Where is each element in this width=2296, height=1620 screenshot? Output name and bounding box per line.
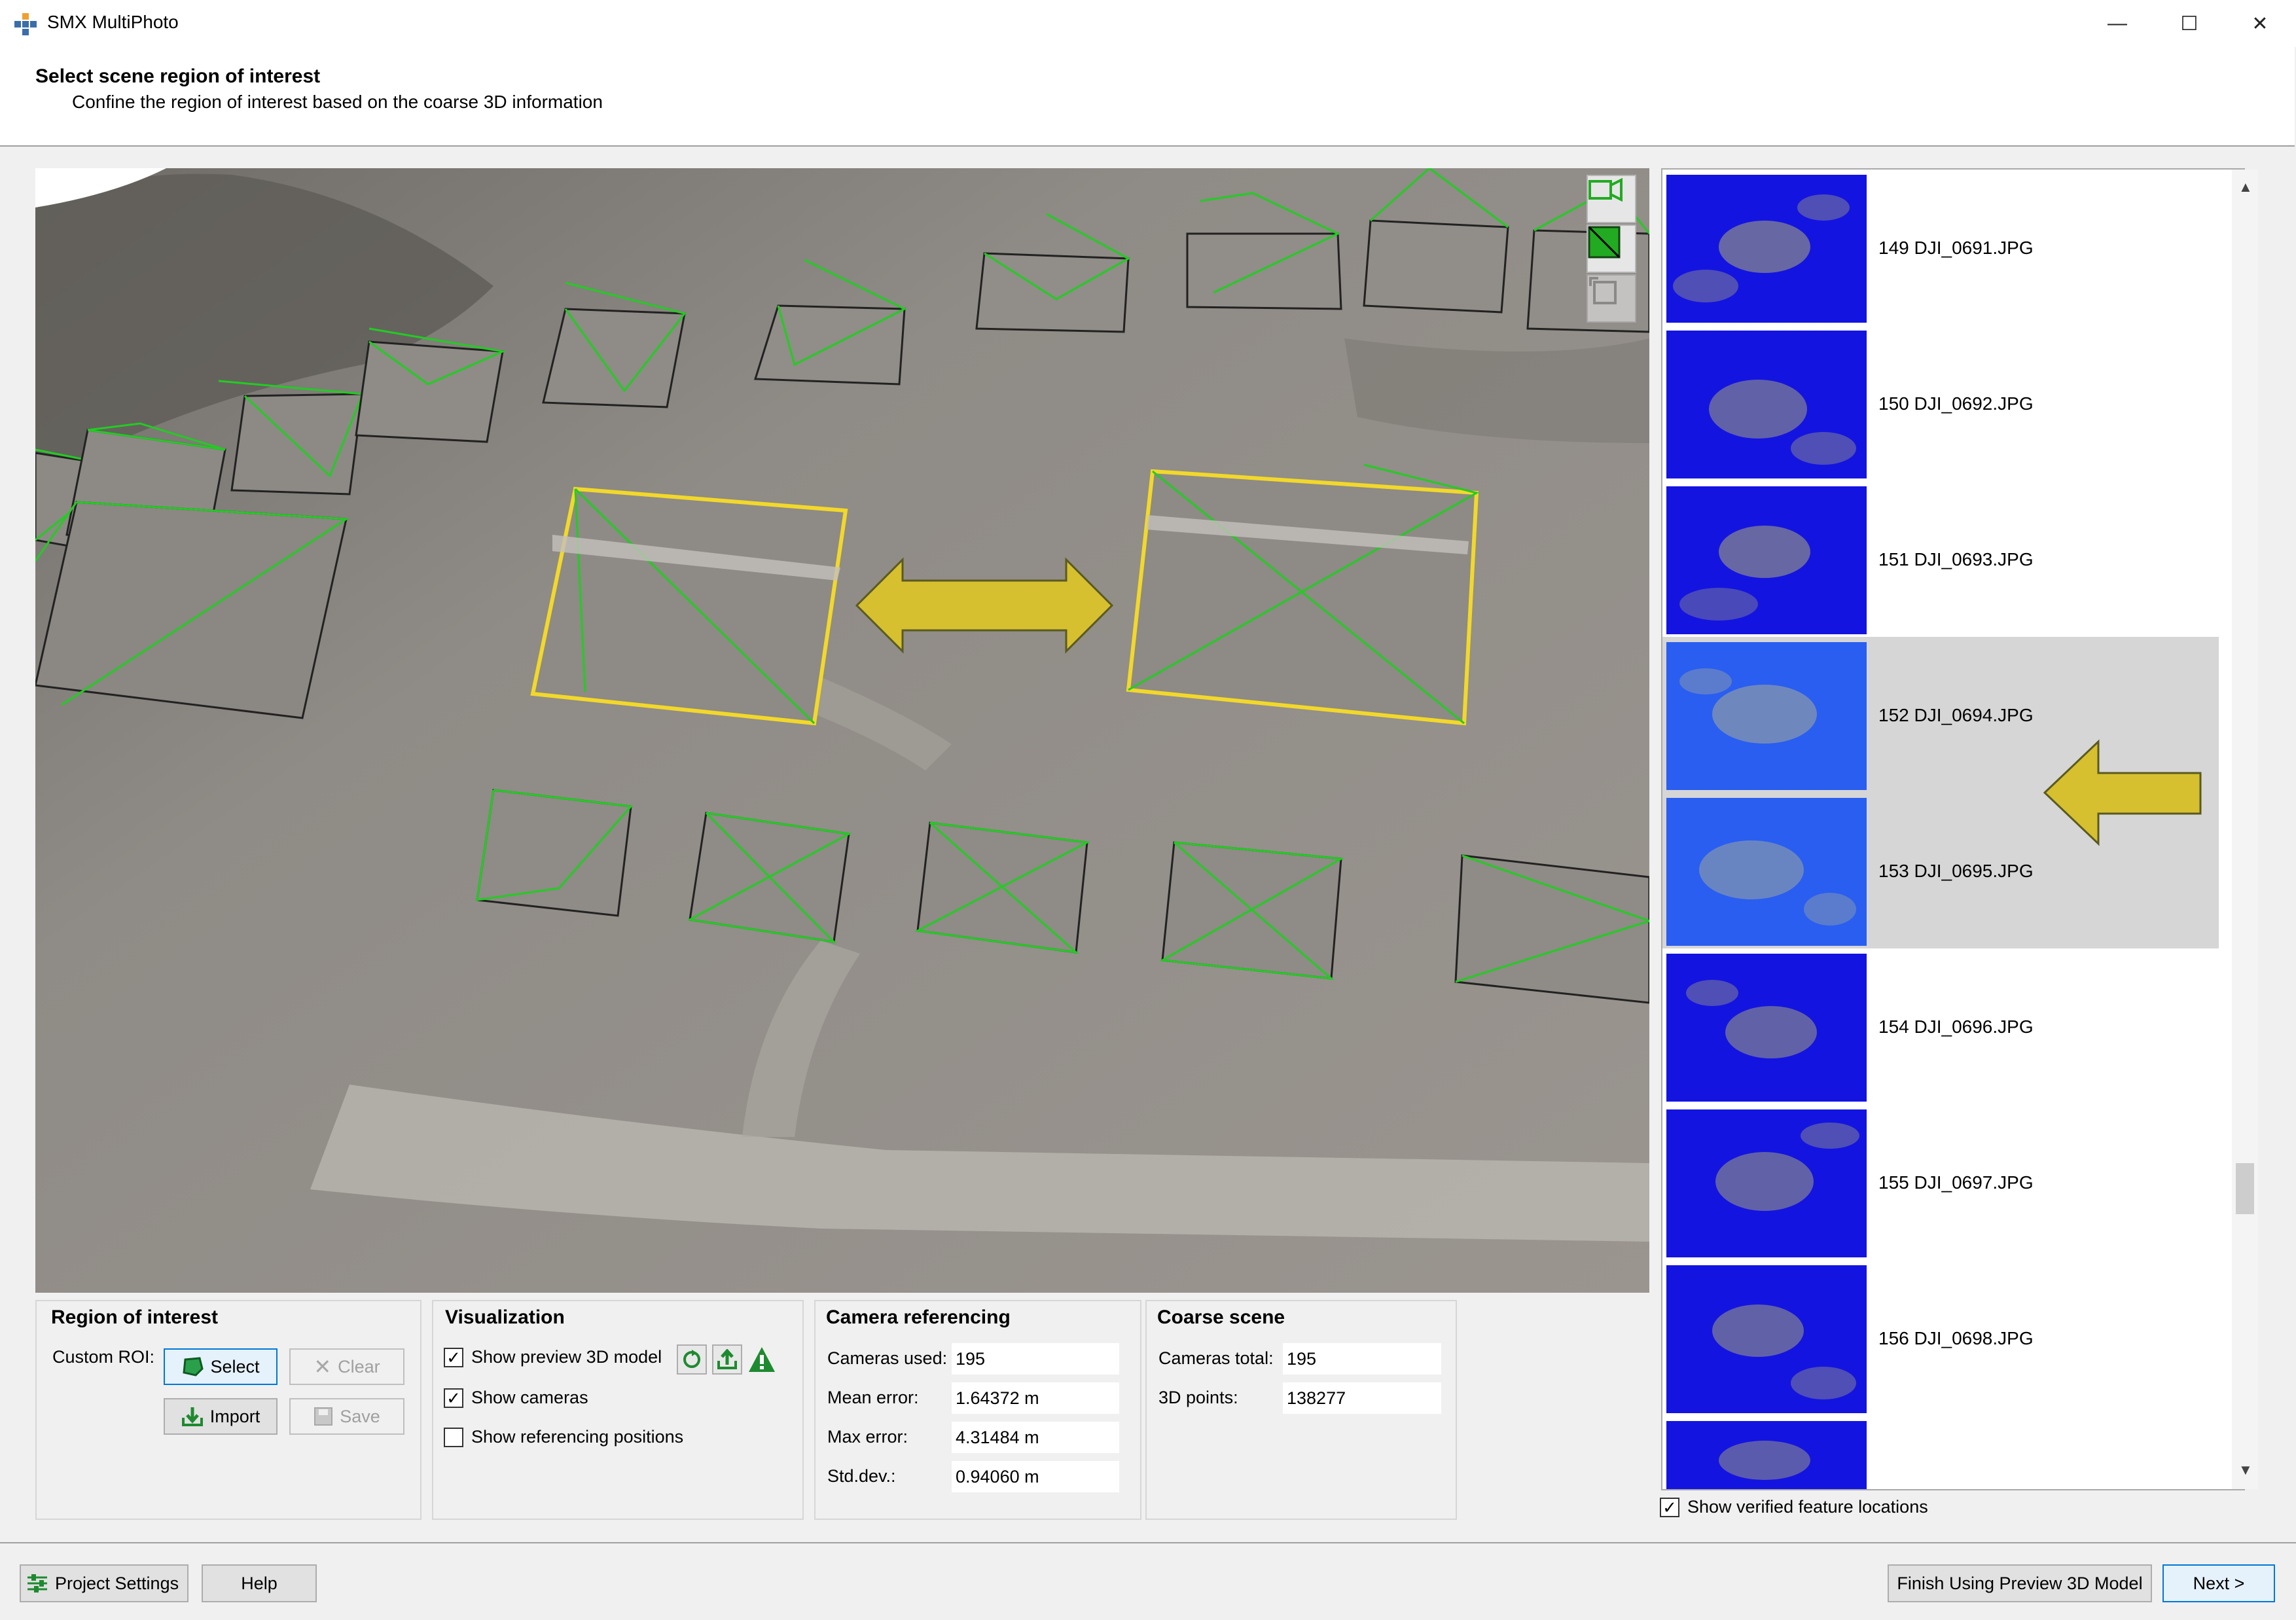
camera-referencing-group: Camera referencing Cameras used: 195 Mea… [814,1300,1141,1520]
thumbnail-label: 151 DJI_0693.JPG [1878,549,2034,569]
visualization-group: Visualization ✓ Show preview 3D model ✓ … [432,1300,804,1520]
minimize-button[interactable]: — [2081,0,2153,47]
roi-group: Region of interest Custom ROI: Select ✕ … [35,1300,422,1520]
thumbnail-label: 150 DJI_0692.JPG [1878,393,2034,414]
custom-roi-label: Custom ROI: [52,1347,155,1367]
show-preview-label: Show preview 3D model [471,1347,662,1367]
green-square-icon[interactable] [1587,225,1636,273]
thumbnail-image [1666,175,1867,323]
thumbnail-label: 152 DJI_0694.JPG [1878,705,2034,725]
max-error-value: 4.31484 m [952,1422,1119,1453]
refresh-icon[interactable] [677,1344,707,1375]
thumbnail-label: 156 DJI_0698.JPG [1878,1328,2034,1348]
app-logo-icon [14,13,37,35]
crop-icon[interactable] [1587,274,1636,323]
max-error-label: Max error: [827,1427,908,1447]
points-value: 138277 [1283,1382,1441,1414]
window-title: SMX MultiPhoto [47,12,179,32]
image-thumbnail-list[interactable]: 149 DJI_0691.JPG 150 DJI_0692.JPG 151 DJ… [1661,168,2245,1490]
warning-icon [749,1347,775,1372]
step-title: Select scene region of interest [35,65,321,87]
cameras-used-label: Cameras used: [827,1348,948,1368]
coarse-scene-title: Coarse scene [1157,1306,1285,1328]
3d-viewport[interactable] [35,168,1649,1293]
import-icon [181,1407,203,1426]
finish-preview-button[interactable]: Finish Using Preview 3D Model [1888,1564,2152,1602]
show-verified-checkbox[interactable]: ✓ [1660,1497,1679,1517]
list-item[interactable]: 151 DJI_0693.JPG [1662,481,2219,637]
scroll-thumb[interactable] [2236,1163,2254,1214]
select-roi-button[interactable]: Select [164,1348,278,1385]
camera-referencing-title: Camera referencing [826,1306,1011,1328]
thumbnail-image [1666,954,1867,1102]
roi-title: Region of interest [51,1306,219,1328]
camera-view-icon[interactable] [1587,175,1636,223]
mean-error-value: 1.64372 m [952,1382,1119,1414]
list-item[interactable]: 156 DJI_0698.JPG [1662,1260,2219,1416]
thumbnail-label: 149 DJI_0691.JPG [1878,238,2034,258]
thumbnail-image [1666,1109,1867,1257]
cameras-total-label: Cameras total: [1158,1348,1274,1368]
thumbnail-image [1666,486,1867,634]
step-description: Confine the region of interest based on … [72,92,603,112]
cameras-used-value: 195 [952,1343,1119,1375]
maximize-button[interactable]: ☐ [2153,0,2225,47]
list-item[interactable]: 150 DJI_0692.JPG [1662,325,2219,481]
next-button[interactable]: Next > [2162,1564,2275,1602]
import-roi-button[interactable]: Import [164,1398,278,1435]
help-button[interactable]: Help [202,1564,317,1602]
thumbnail-scrollbar[interactable]: ▲ ▼ [2232,170,2258,1489]
std-dev-label: Std.dev.: [827,1466,896,1486]
visualization-title: Visualization [445,1306,565,1328]
show-referencing-label: Show referencing positions [471,1427,684,1447]
thumbnail-label: 154 DJI_0696.JPG [1878,1017,2034,1037]
thumbnail-image [1666,331,1867,478]
show-referencing-checkbox[interactable] [444,1427,463,1447]
list-item[interactable]: 155 DJI_0697.JPG [1662,1104,2219,1260]
list-item[interactable] [1662,1416,2219,1489]
left-arrow-icon [2043,739,2202,846]
scene-render [35,168,1649,1293]
mean-error-label: Mean error: [827,1388,919,1407]
show-verified-checkbox-row[interactable]: ✓ Show verified feature locations [1660,1497,1928,1517]
thumbnail-image [1666,1421,1867,1489]
show-cameras-label: Show cameras [471,1388,588,1407]
scroll-up-icon[interactable]: ▲ [2238,179,2253,196]
polygon-select-icon [183,1357,204,1377]
settings-sliders-icon [27,1574,47,1593]
project-settings-button[interactable]: Project Settings [20,1564,188,1602]
save-icon [314,1407,333,1426]
save-roi-button[interactable]: Save [289,1398,404,1435]
close-button[interactable]: ✕ [2224,0,2296,47]
show-verified-label: Show verified feature locations [1687,1497,1928,1517]
std-dev-value: 0.94060 m [952,1461,1119,1492]
clear-roi-button[interactable]: ✕ Clear [289,1348,404,1385]
coarse-scene-group: Coarse scene Cameras total: 195 3D point… [1145,1300,1457,1520]
export-icon[interactable] [712,1344,742,1375]
cameras-total-value: 195 [1283,1343,1441,1375]
list-item[interactable]: 149 DJI_0691.JPG [1662,170,2219,325]
show-preview-checkbox[interactable]: ✓ [444,1347,463,1367]
thumbnail-image [1666,798,1867,946]
title-bar: SMX MultiPhoto — ☐ ✕ [0,0,2296,47]
thumbnail-image [1666,1265,1867,1413]
show-preview-row[interactable]: ✓ Show preview 3D model [444,1347,662,1367]
show-cameras-row[interactable]: ✓ Show cameras [444,1388,588,1408]
points-label: 3D points: [1158,1388,1238,1407]
wizard-header: Select scene region of interest Confine … [0,47,2295,147]
show-cameras-checkbox[interactable]: ✓ [444,1388,463,1408]
footer-divider [0,1542,2296,1543]
clear-icon: ✕ [314,1355,332,1378]
thumbnail-image [1666,642,1867,790]
scroll-down-icon[interactable]: ▼ [2238,1462,2253,1479]
list-item[interactable]: 154 DJI_0696.JPG [1662,948,2219,1104]
show-referencing-row[interactable]: Show referencing positions [444,1427,683,1447]
thumbnail-label: 155 DJI_0697.JPG [1878,1172,2034,1193]
thumbnail-label: 153 DJI_0695.JPG [1878,861,2034,881]
